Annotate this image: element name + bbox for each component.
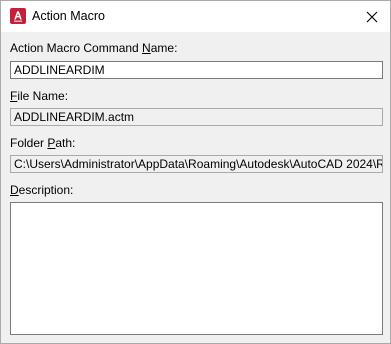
description-label: Description:: [10, 183, 74, 197]
close-button[interactable]: [354, 1, 390, 32]
folder-path-field[interactable]: C:\Users\Administrator\AppData\Roaming\A…: [10, 155, 383, 173]
description-textarea[interactable]: [10, 202, 383, 335]
window-title: Action Macro: [32, 9, 105, 23]
file-name-field[interactable]: ADDLINEARDIM.actm: [10, 108, 383, 126]
folder-path-label: Folder Path:: [10, 136, 76, 150]
action-macro-dialog: Action Macro Action Macro Command Name: …: [0, 0, 391, 344]
file-name-label: File Name:: [10, 89, 69, 103]
close-icon: [366, 11, 378, 22]
autocad-app-icon: [10, 8, 26, 24]
command-name-input[interactable]: [10, 61, 383, 79]
command-name-label: Action Macro Command Name:: [10, 41, 178, 55]
title-bar[interactable]: Action Macro: [1, 1, 390, 32]
